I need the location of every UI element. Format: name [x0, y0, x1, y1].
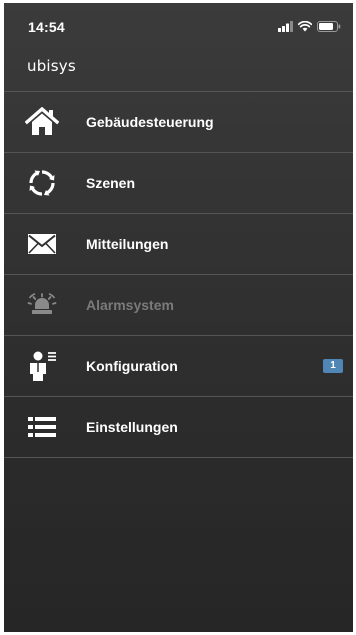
battery-icon: [317, 19, 341, 37]
notification-badge: 1: [323, 359, 343, 373]
status-icons: [278, 19, 341, 37]
house-icon: [24, 104, 60, 140]
app-screen: 14:54 ubisys Gebäudesteuerung Szenen Mit…: [4, 3, 353, 632]
main-menu: Gebäudesteuerung Szenen Mitteilungen Ala…: [4, 91, 353, 458]
app-logo: ubisys: [27, 57, 76, 75]
menu-item-label: Gebäudesteuerung: [86, 114, 214, 130]
menu-item-alarmsystem: Alarmsystem: [4, 274, 353, 335]
menu-item-label: Mitteilungen: [86, 236, 169, 252]
user-config-icon: [24, 348, 60, 384]
list-settings-icon: [24, 409, 60, 445]
menu-item-label: Alarmsystem: [86, 297, 174, 313]
menu-item-gebaeudesteuerung[interactable]: Gebäudesteuerung: [4, 91, 353, 152]
scenes-cycle-icon: [24, 165, 60, 201]
status-time: 14:54: [28, 19, 65, 35]
alarm-siren-icon: [24, 287, 60, 323]
menu-item-einstellungen[interactable]: Einstellungen: [4, 396, 353, 458]
menu-item-label: Szenen: [86, 175, 136, 191]
menu-item-label: Einstellungen: [86, 419, 178, 435]
wifi-icon: [297, 19, 313, 37]
menu-item-konfiguration[interactable]: Konfiguration 1: [4, 335, 353, 396]
menu-item-label: Konfiguration: [86, 358, 178, 374]
menu-item-szenen[interactable]: Szenen: [4, 152, 353, 213]
envelope-icon: [24, 226, 60, 262]
signal-icon: [278, 19, 293, 37]
menu-item-mitteilungen[interactable]: Mitteilungen: [4, 213, 353, 274]
status-bar: 14:54: [4, 3, 353, 47]
